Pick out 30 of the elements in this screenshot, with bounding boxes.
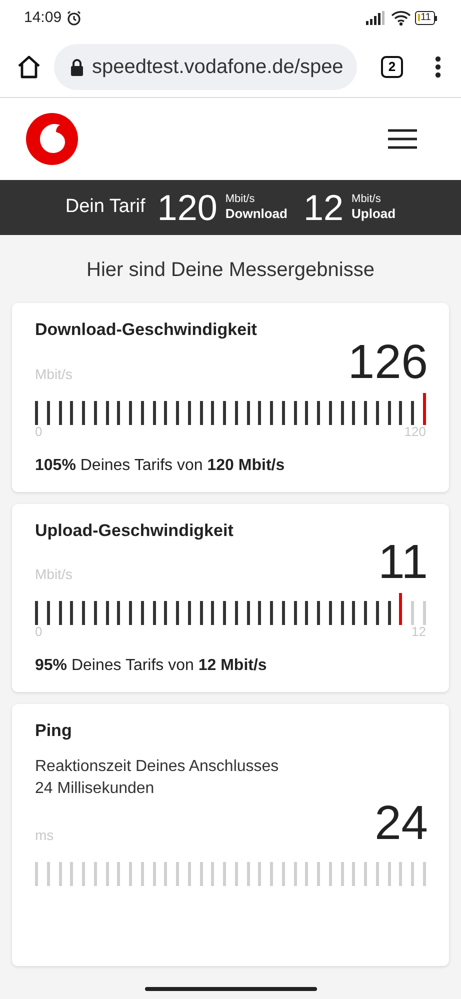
wifi-icon [390, 10, 411, 26]
summary-text: 105% Deines Tarifs von 120 Mbit/s [35, 456, 286, 476]
menu-icon[interactable] [388, 129, 417, 149]
unit-label: Mbit/s [352, 192, 382, 206]
alarm-icon [66, 10, 82, 26]
download-tariff-value: 120 [157, 190, 218, 226]
summary-text: 95% Deines Tarifs von 12 Mbit/s [35, 656, 268, 676]
result-value: 126 [348, 338, 428, 386]
description-text: Reaktionszeit Deines Anschlusses [35, 756, 280, 776]
download-label: Download [225, 206, 288, 222]
result-value: 24 [374, 800, 428, 848]
lock-icon [70, 58, 84, 76]
card-title: Download-Geschwindigkeit [35, 319, 258, 341]
card-title: Upload-Geschwindigkeit [35, 520, 234, 542]
tab-count-button[interactable]: 2 [381, 56, 403, 78]
card-title: Ping [35, 720, 73, 742]
unit-label: Mbit/s [225, 192, 256, 206]
results-heading: Hier sind Deine Messergebnisse [86, 258, 376, 283]
upload-label: Upload [352, 206, 396, 222]
signal-icon [364, 11, 387, 25]
home-icon[interactable] [16, 54, 42, 78]
description-text: 24 Millisekunden [35, 778, 156, 798]
address-bar[interactable]: speedtest.vodafone.de/spee [54, 44, 357, 90]
tariff-label: Dein Tarif [65, 195, 146, 220]
upload-tariff-value: 12 [303, 190, 344, 226]
clock-time: 14:09 [24, 8, 62, 28]
menu-icon[interactable] [435, 56, 441, 78]
battery-icon: 11 [414, 11, 437, 25]
result-value: 11 [378, 539, 428, 587]
logo-icon[interactable] [25, 112, 79, 166]
